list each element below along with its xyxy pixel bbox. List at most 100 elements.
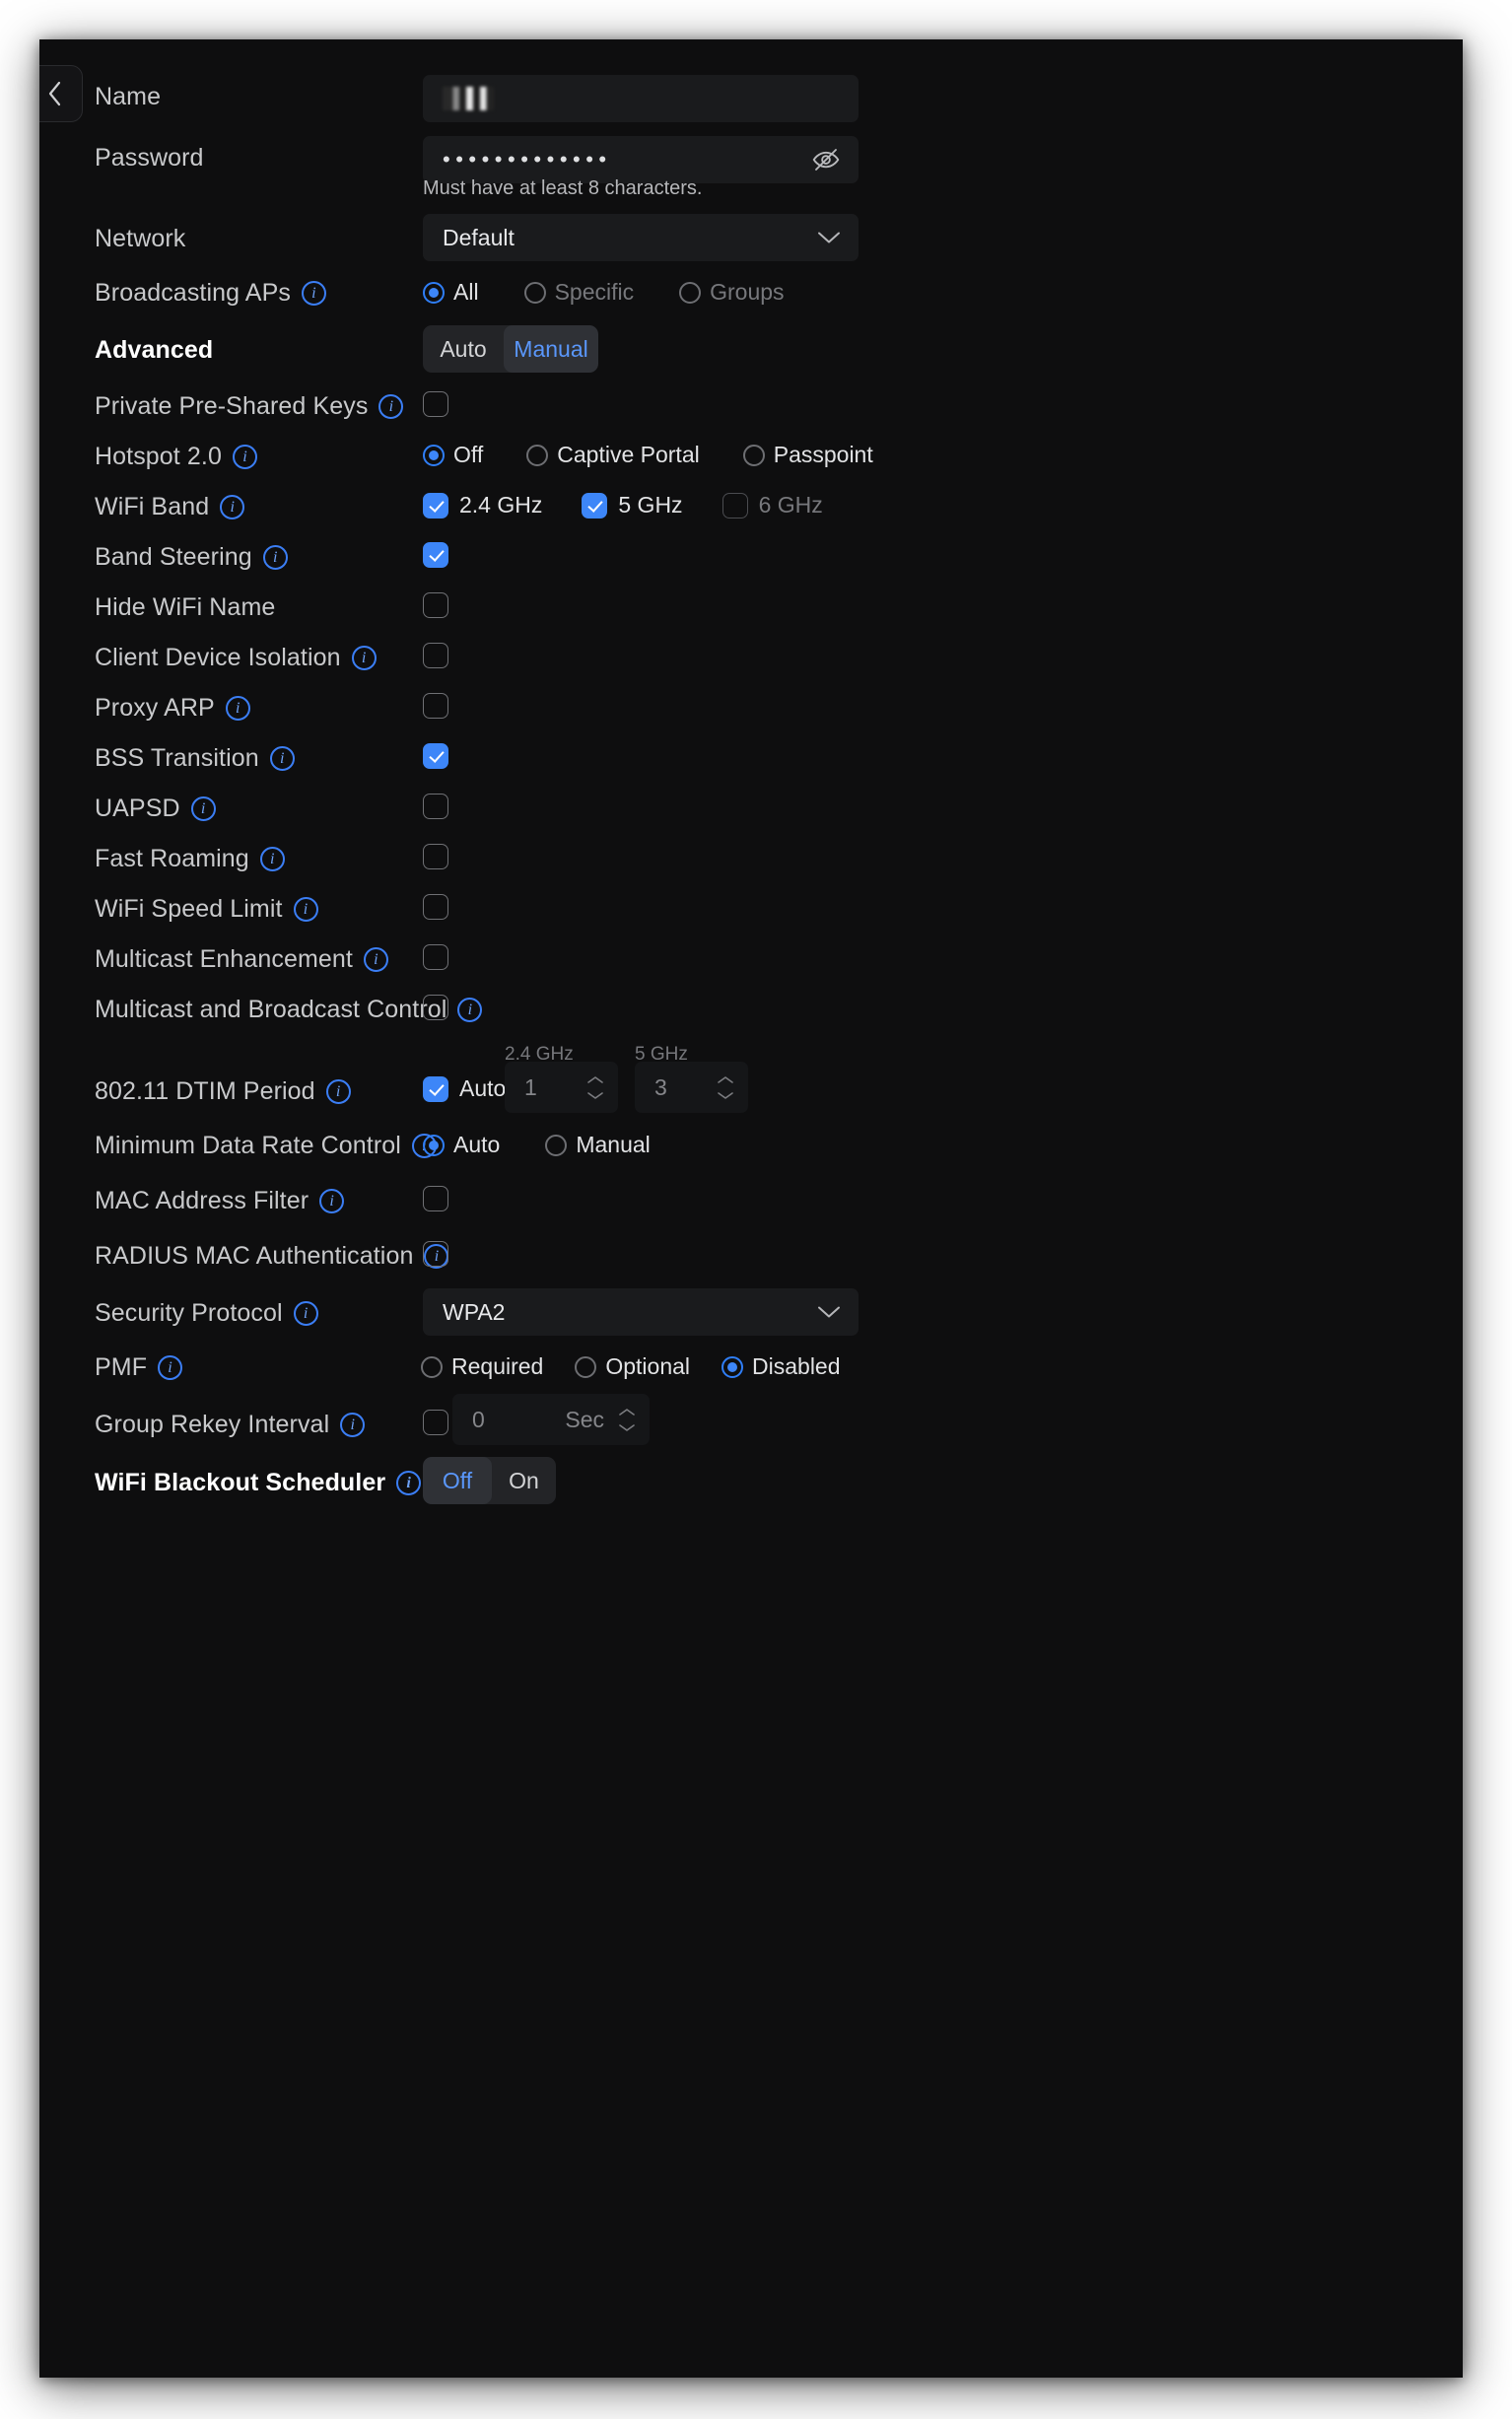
info-icon[interactable]: i bbox=[340, 1413, 366, 1437]
uapsd-label: UAPSD i bbox=[95, 795, 216, 823]
info-icon[interactable]: i bbox=[293, 897, 318, 922]
info-icon[interactable]: i bbox=[259, 847, 285, 871]
mac-filter-label: MAC Address Filter i bbox=[95, 1187, 345, 1215]
hide-wifi-name-checkbox[interactable] bbox=[423, 592, 448, 618]
client-isolation-checkbox[interactable] bbox=[423, 643, 448, 668]
segment-manual[interactable]: Manual bbox=[504, 325, 598, 373]
band-steering-checkbox[interactable] bbox=[423, 542, 448, 568]
client-isolation-label: Client Device Isolation i bbox=[95, 644, 377, 672]
min-data-rate-radiogroup: Auto Manual bbox=[423, 1132, 651, 1158]
mac-filter-checkbox[interactable] bbox=[423, 1186, 448, 1211]
dtim-5ghz-stepper[interactable]: 3 bbox=[635, 1062, 748, 1113]
info-icon[interactable]: i bbox=[363, 947, 388, 972]
radio-dot bbox=[575, 1355, 597, 1378]
radio-pmf-disabled[interactable]: Disabled bbox=[722, 1353, 841, 1380]
fast-roaming-checkbox[interactable] bbox=[423, 844, 448, 869]
info-icon[interactable]: i bbox=[269, 746, 295, 771]
info-icon[interactable]: i bbox=[190, 796, 216, 821]
name-input[interactable] bbox=[423, 75, 859, 122]
info-icon[interactable]: i bbox=[319, 1189, 345, 1213]
security-protocol-select[interactable]: WPA2 bbox=[423, 1288, 859, 1336]
broadcasting-aps-label: Broadcasting APs i bbox=[95, 279, 326, 308]
chevron-up-icon bbox=[718, 1075, 733, 1083]
info-icon[interactable]: i bbox=[301, 281, 326, 306]
advanced-section-label: Advanced bbox=[95, 336, 214, 364]
stepper-arrows[interactable] bbox=[618, 1408, 636, 1432]
wifi-speed-limit-checkbox[interactable] bbox=[423, 894, 448, 920]
pmf-label: PMF i bbox=[95, 1353, 183, 1382]
info-icon[interactable]: i bbox=[220, 495, 245, 519]
bss-transition-checkbox[interactable] bbox=[423, 743, 448, 769]
info-icon[interactable]: i bbox=[225, 696, 250, 721]
proxy-arp-label: Proxy ARP i bbox=[95, 694, 250, 723]
wifi-band-checkbox-group: 2.4 GHz 5 GHz 6 GHz bbox=[423, 492, 823, 518]
radius-mac-auth-checkbox[interactable] bbox=[423, 1241, 448, 1267]
eye-off-icon[interactable] bbox=[811, 145, 841, 174]
checkbox-box bbox=[423, 1075, 448, 1102]
info-icon[interactable]: i bbox=[158, 1355, 183, 1380]
broadcasting-aps-radiogroup: All Specific Groups bbox=[423, 279, 785, 306]
radio-pmf-optional[interactable]: Optional bbox=[575, 1353, 690, 1380]
info-icon[interactable]: i bbox=[457, 998, 483, 1022]
checkbox-box bbox=[423, 391, 448, 417]
band-steering-label: Band Steering i bbox=[95, 543, 288, 572]
uapsd-checkbox[interactable] bbox=[423, 794, 448, 819]
info-icon[interactable]: i bbox=[262, 545, 288, 570]
back-button[interactable] bbox=[39, 65, 83, 122]
radio-dot bbox=[545, 1134, 568, 1156]
info-icon[interactable]: i bbox=[396, 1471, 422, 1495]
group-rekey-stepper[interactable]: 0 Sec bbox=[452, 1394, 650, 1445]
multicast-enhancement-checkbox[interactable] bbox=[423, 944, 448, 970]
info-icon[interactable]: i bbox=[293, 1301, 318, 1326]
dtim-24ghz-stepper[interactable]: 1 bbox=[505, 1062, 618, 1113]
segment-auto[interactable]: Auto bbox=[423, 325, 504, 373]
checkbox-band-24[interactable]: 2.4 GHz bbox=[423, 492, 542, 518]
private-psk-label: Private Pre-Shared Keys i bbox=[95, 392, 404, 421]
dtim-auto-checkbox[interactable]: Auto bbox=[423, 1075, 506, 1102]
checkbox-box bbox=[722, 492, 748, 518]
checkbox-box bbox=[423, 944, 448, 970]
info-icon[interactable]: i bbox=[351, 646, 377, 670]
wifi-band-label: WiFi Band i bbox=[95, 493, 245, 521]
multicast-broadcast-control-checkbox[interactable] bbox=[423, 995, 448, 1020]
segment-off[interactable]: Off bbox=[423, 1457, 492, 1504]
checkbox-box bbox=[423, 894, 448, 920]
stepper-arrows[interactable] bbox=[586, 1075, 604, 1100]
radio-dot bbox=[722, 1355, 744, 1378]
info-icon[interactable]: i bbox=[325, 1079, 351, 1104]
checkbox-band-5[interactable]: 5 GHz bbox=[582, 492, 683, 518]
radio-broadcasting-specific[interactable]: Specific bbox=[523, 279, 634, 306]
radio-hotspot-captive-portal[interactable]: Captive Portal bbox=[526, 442, 700, 468]
info-icon[interactable]: i bbox=[232, 445, 257, 469]
group-rekey-checkbox[interactable] bbox=[423, 1410, 448, 1435]
chevron-down-icon bbox=[817, 1299, 841, 1326]
radio-broadcasting-groups[interactable]: Groups bbox=[679, 279, 785, 306]
radio-broadcasting-all[interactable]: All bbox=[423, 279, 479, 306]
password-input[interactable]: ••••••••••••• bbox=[423, 136, 859, 183]
segment-on[interactable]: On bbox=[492, 1457, 556, 1504]
chevron-up-icon bbox=[619, 1408, 635, 1416]
network-select[interactable]: Default bbox=[423, 214, 859, 261]
checkbox-box bbox=[423, 592, 448, 618]
radio-min-rate-auto[interactable]: Auto bbox=[423, 1132, 500, 1158]
radio-hotspot-off[interactable]: Off bbox=[423, 442, 483, 468]
checkbox-dtim-auto[interactable]: Auto bbox=[423, 1075, 506, 1102]
multicast-enhancement-label: Multicast Enhancement i bbox=[95, 945, 388, 974]
group-rekey-label: Group Rekey Interval i bbox=[95, 1411, 366, 1439]
private-psk-checkbox[interactable] bbox=[423, 391, 448, 417]
checkbox-box bbox=[582, 492, 608, 518]
proxy-arp-checkbox[interactable] bbox=[423, 693, 448, 719]
radius-mac-auth-label: RADIUS MAC Authentication i bbox=[95, 1242, 449, 1271]
chevron-down-icon bbox=[718, 1091, 733, 1099]
radio-hotspot-passpoint[interactable]: Passpoint bbox=[742, 442, 873, 468]
fast-roaming-label: Fast Roaming i bbox=[95, 845, 285, 873]
radio-min-rate-manual[interactable]: Manual bbox=[545, 1132, 651, 1158]
advanced-segmented-control: Auto Manual bbox=[423, 325, 598, 373]
radio-dot bbox=[679, 281, 702, 304]
stepper-arrows[interactable] bbox=[717, 1075, 734, 1100]
chevron-left-icon bbox=[48, 81, 60, 106]
info-icon[interactable]: i bbox=[378, 394, 404, 419]
radio-pmf-required[interactable]: Required bbox=[421, 1353, 543, 1380]
dtim-period-label: 802.11 DTIM Period i bbox=[95, 1077, 351, 1106]
security-protocol-label: Security Protocol i bbox=[95, 1299, 318, 1328]
